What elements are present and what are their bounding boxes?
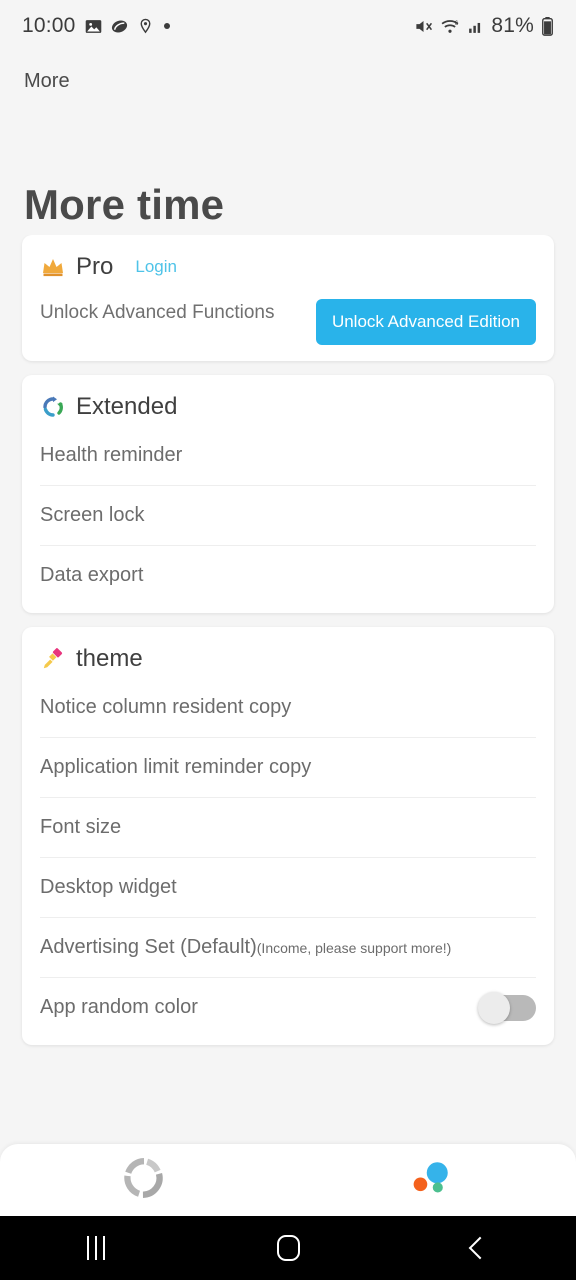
bottom-nav-item-bubbles[interactable] bbox=[288, 1157, 576, 1204]
row-desktop-widget[interactable]: Desktop widget bbox=[40, 857, 536, 917]
bottom-nav-item-statistics[interactable] bbox=[0, 1157, 288, 1204]
cellular-signal-icon bbox=[467, 18, 484, 35]
theme-card-header: theme bbox=[22, 627, 554, 677]
recents-button[interactable] bbox=[0, 1236, 192, 1260]
theme-card: theme Notice column resident copy Applic… bbox=[22, 627, 554, 1045]
row-label: Data export bbox=[40, 564, 144, 586]
row-label: Advertising Set (Default) bbox=[40, 936, 257, 958]
pro-card[interactable]: Pro Login Unlock Advanced Functions Unlo… bbox=[22, 235, 554, 361]
status-bar-clock: 10:00 bbox=[22, 14, 76, 37]
android-navigation-bar bbox=[0, 1216, 576, 1280]
row-application-limit-reminder-copy[interactable]: Application limit reminder copy bbox=[40, 737, 536, 797]
home-button[interactable] bbox=[192, 1235, 384, 1261]
theme-card-title: theme bbox=[76, 645, 143, 672]
login-link[interactable]: Login bbox=[135, 257, 177, 277]
settings-list: Pro Login Unlock Advanced Functions Unlo… bbox=[0, 235, 576, 1144]
pro-card-header: Pro Login bbox=[22, 235, 554, 285]
row-label: Screen lock bbox=[40, 504, 145, 526]
row-label: Health reminder bbox=[40, 443, 183, 466]
battery-percent-label: 81% bbox=[491, 14, 534, 37]
row-label: Application limit reminder copy bbox=[40, 756, 312, 778]
status-bar-left: 10:00 bbox=[22, 14, 171, 38]
row-label: Notice column resident copy bbox=[40, 695, 292, 718]
capsule-icon bbox=[111, 18, 128, 35]
pro-card-description: Unlock Advanced Functions bbox=[40, 302, 275, 323]
row-health-reminder[interactable]: Health reminder bbox=[40, 425, 536, 485]
bubble-chart-icon bbox=[411, 1157, 453, 1204]
image-icon bbox=[85, 18, 102, 35]
toggle-knob bbox=[478, 991, 510, 1024]
row-app-random-color[interactable]: App random color bbox=[40, 977, 536, 1037]
status-bar: 10:00 6 81% bbox=[0, 0, 576, 52]
unlock-advanced-edition-button[interactable]: Unlock Advanced Edition bbox=[315, 299, 536, 345]
row-label: Font size bbox=[40, 816, 122, 838]
location-pin-icon bbox=[137, 18, 154, 35]
crown-icon bbox=[40, 254, 66, 280]
donut-chart-icon bbox=[123, 1157, 165, 1204]
extended-card-header: Extended bbox=[22, 375, 554, 425]
back-icon bbox=[468, 1236, 492, 1260]
row-screen-lock[interactable]: Screen lock bbox=[40, 485, 536, 545]
row-font-size[interactable]: Font size bbox=[40, 797, 536, 857]
row-label: Desktop widget bbox=[40, 876, 177, 898]
page-title-area: More time bbox=[0, 110, 576, 235]
home-icon bbox=[276, 1235, 300, 1261]
toolbar: More bbox=[0, 52, 576, 110]
phone-screen: 10:00 6 81% More More time Pro Login Unl… bbox=[0, 0, 576, 1280]
extended-card: Extended Health reminder Screen lock Dat… bbox=[22, 375, 554, 613]
row-label: App random color bbox=[40, 996, 198, 1018]
extended-card-title: Extended bbox=[76, 393, 178, 420]
wifi-6-icon: 6 bbox=[440, 17, 460, 36]
mute-icon bbox=[414, 17, 433, 36]
pro-card-title: Pro bbox=[76, 253, 114, 280]
page-title: More time bbox=[24, 181, 225, 228]
battery-icon bbox=[541, 16, 554, 36]
bottom-navigation-bar bbox=[0, 1144, 576, 1216]
status-bar-right: 6 81% bbox=[414, 14, 554, 38]
pro-card-body: Unlock Advanced Functions Unlock Advance… bbox=[22, 285, 554, 345]
paintbrush-icon bbox=[40, 646, 66, 672]
row-advertising-set[interactable]: Advertising Set (Default) (Income, pleas… bbox=[40, 917, 536, 977]
app-random-color-toggle[interactable] bbox=[478, 991, 536, 1024]
row-data-export[interactable]: Data export bbox=[40, 545, 536, 605]
row-notice-column-resident-copy[interactable]: Notice column resident copy bbox=[40, 677, 536, 737]
dot-icon bbox=[163, 22, 171, 30]
circular-arrows-icon bbox=[40, 394, 66, 420]
svg-text:6: 6 bbox=[455, 19, 459, 26]
back-button[interactable] bbox=[384, 1236, 576, 1260]
toolbar-title: More bbox=[24, 69, 70, 92]
row-sublabel: (Income, please support more!) bbox=[256, 939, 452, 956]
recents-icon bbox=[87, 1236, 105, 1260]
